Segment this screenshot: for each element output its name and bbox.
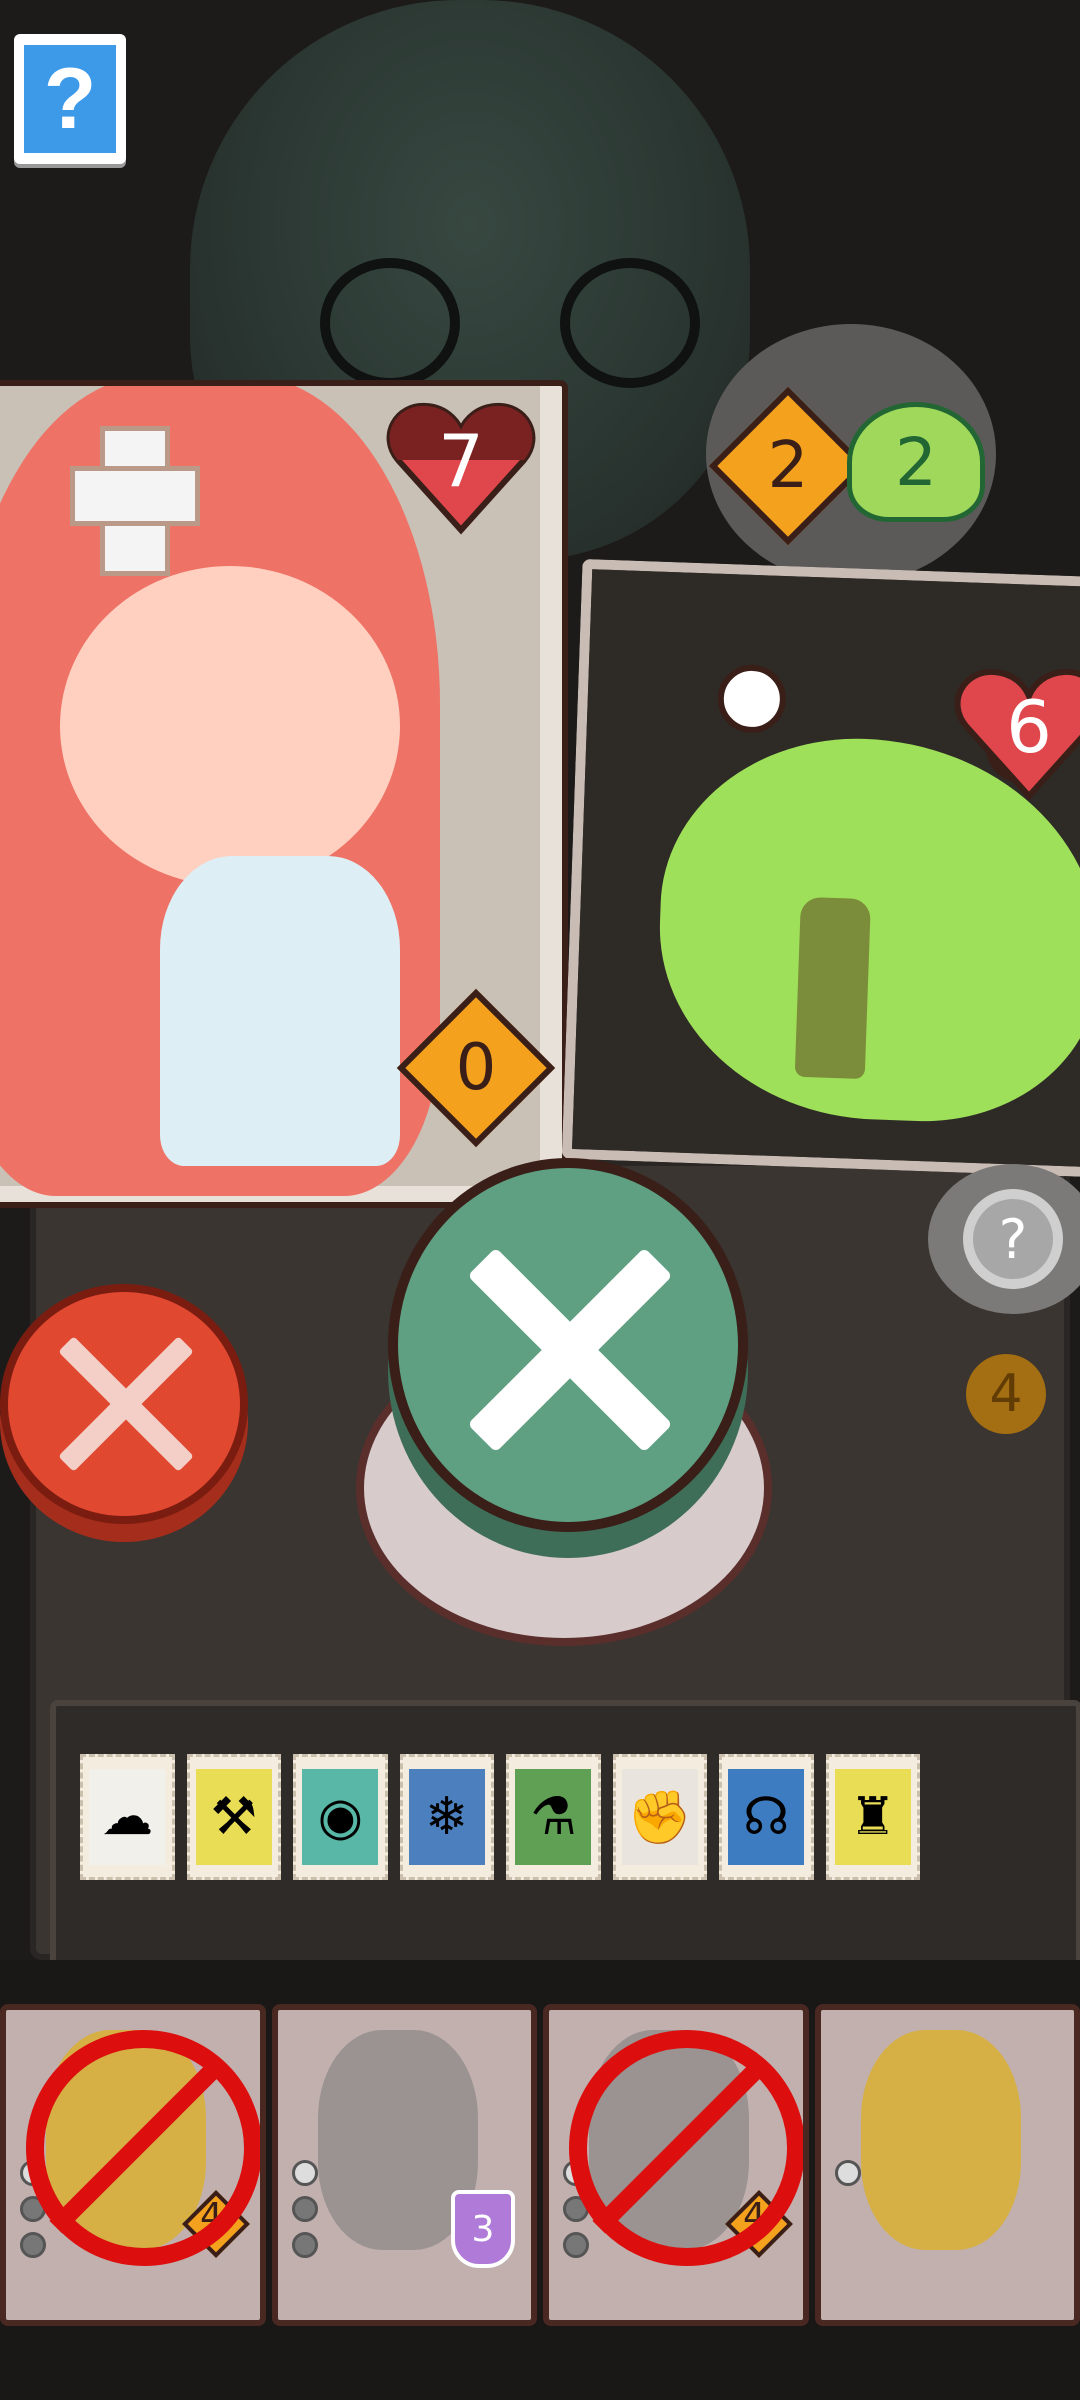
angel-ghost-icon: ☁: [89, 1769, 166, 1865]
prohibited-icon: [569, 2030, 803, 2266]
snowflake-stamp[interactable]: ❄: [399, 1754, 494, 1880]
potion-icon: ⚗: [515, 1769, 592, 1865]
enemy-poison-skull-icon: 2: [847, 398, 985, 526]
fight-button[interactable]: [388, 1158, 748, 1532]
hero-cross-bar: [70, 466, 200, 526]
hero-health-value: 7: [438, 419, 484, 503]
enemy-card[interactable]: [561, 558, 1080, 1178]
prohibited-icon: [26, 2030, 260, 2266]
question-icon: ?: [24, 45, 116, 153]
hero-health-heart-icon: 7: [386, 398, 536, 538]
hammer-card[interactable]: 4: [0, 2004, 266, 2326]
brain-stamp[interactable]: ☊: [719, 1754, 814, 1880]
uses-pips: [291, 2160, 318, 2258]
use-pip: [834, 2160, 861, 2186]
scythe-stamp[interactable]: ⚒: [186, 1754, 281, 1880]
ogre-glasses-right: [560, 258, 700, 388]
mace-card[interactable]: 4: [543, 2004, 809, 2326]
use-pip: [563, 2232, 589, 2258]
hero-armor-diamond-icon: 0: [396, 988, 556, 1148]
enemy-poison-value: 2: [895, 423, 937, 501]
ogre-glasses-left: [320, 258, 460, 388]
muscle-icon: ✊: [621, 1769, 698, 1865]
magnifier-question-icon: ?: [963, 1189, 1063, 1289]
brain-icon: ☊: [728, 1769, 805, 1865]
use-pip: [291, 2232, 318, 2258]
enemy-damage-value: 2: [767, 429, 809, 503]
cancel-button[interactable]: [0, 1284, 248, 1524]
hero-armor-value: 0: [455, 1031, 497, 1105]
angel-ghost-stamp[interactable]: ☁: [80, 1754, 175, 1880]
hero-face: [60, 566, 400, 886]
board-slot-token: 4: [966, 1354, 1046, 1434]
slime-eye-left: [716, 663, 788, 735]
scythe-icon: ⚒: [195, 1769, 272, 1865]
card-shield-badge: 3: [451, 2190, 515, 2268]
close-icon: [49, 1329, 199, 1479]
hat-card[interactable]: 3: [271, 2004, 537, 2326]
enemy-health-value: 6: [1006, 685, 1052, 769]
uses-pips: [834, 2160, 861, 2186]
eye-stamp[interactable]: ◉: [293, 1754, 388, 1880]
use-pip: [291, 2196, 318, 2222]
crossed-swords-icon: [458, 1235, 678, 1455]
enemy-health-heart-icon: 6: [954, 664, 1080, 804]
use-pip: [291, 2160, 318, 2186]
potion-stamp[interactable]: ⚗: [506, 1754, 601, 1880]
help-button[interactable]: ?: [14, 34, 126, 164]
hero-card[interactable]: 7 0: [0, 380, 568, 1208]
enemy-damage-diamond-icon: 2: [708, 386, 868, 546]
hand-cards: 434: [0, 2004, 1080, 2326]
use-pip: [20, 2232, 46, 2258]
bottle-icon: [794, 896, 871, 1080]
top-hat-icon: ♜: [834, 1769, 911, 1865]
muscle-stamp[interactable]: ✊: [612, 1754, 707, 1880]
mask-icon: [860, 2030, 1021, 2250]
hero-tanktop: [160, 856, 400, 1166]
eye-icon: ◉: [302, 1769, 379, 1865]
top-hat-stamp[interactable]: ♜: [825, 1754, 920, 1880]
mask-card[interactable]: [814, 2004, 1080, 2326]
snowflake-icon: ❄: [408, 1769, 485, 1865]
status-stamp-row: ☁ ⚒ ◉ ❄ ⚗ ✊ ☊ ♜: [80, 1754, 920, 1894]
